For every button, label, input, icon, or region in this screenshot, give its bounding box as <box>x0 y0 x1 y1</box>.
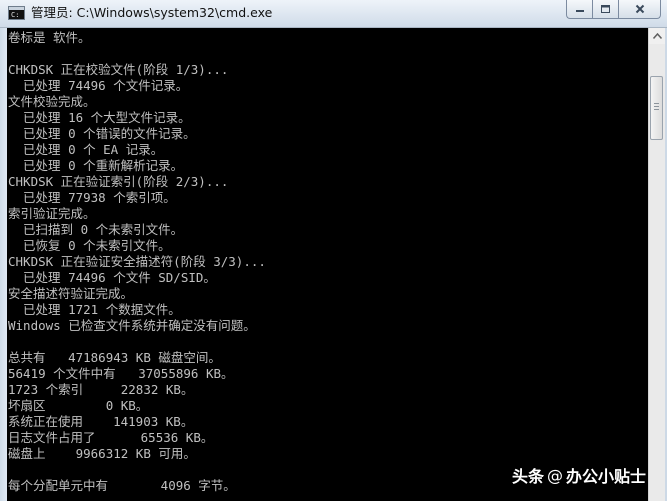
close-icon <box>635 4 644 14</box>
minimize-icon <box>575 10 584 12</box>
console-line: 磁盘上 9966312 KB 可用。 <box>8 446 196 461</box>
console-lines: 卷标是 软件。 CHKDSK 正在校验文件(阶段 1/3)... 已处理 7449… <box>8 30 266 494</box>
console-line: 已恢复 0 个未索引文件。 <box>8 238 171 253</box>
scroll-thumb-grip <box>654 103 659 112</box>
console-line: 总共有 47186943 KB 磁盘空间。 <box>8 350 221 365</box>
scroll-thumb[interactable] <box>650 76 663 140</box>
console-line: 已处理 74496 个文件记录。 <box>8 78 189 93</box>
icon-title-strip <box>9 7 24 10</box>
icon-prompt-glyph: C: <box>11 11 20 19</box>
scroll-up-button[interactable] <box>649 28 665 44</box>
console-line: 卷标是 软件。 <box>8 30 91 45</box>
console-line: 已处理 77938 个索引项。 <box>8 190 176 205</box>
caption-buttons <box>566 0 661 20</box>
console-line: 安全描述符验证完成。 <box>8 286 134 301</box>
maximize-icon <box>601 5 610 13</box>
maximize-button[interactable] <box>592 0 618 19</box>
cmd-console-icon[interactable]: C: <box>8 6 25 20</box>
console-line: 已处理 1721 个数据文件。 <box>8 302 181 317</box>
minimize-button[interactable] <box>566 0 592 19</box>
console-line: 已扫描到 0 个未索引文件。 <box>8 222 184 237</box>
watermark-brand: 头条 <box>512 467 545 486</box>
watermark-account: 办公小贴士 <box>566 467 647 486</box>
console-line: 每个分配单元中有 4096 字节。 <box>8 478 236 493</box>
chevron-up-icon <box>652 33 662 39</box>
close-button[interactable] <box>618 0 661 19</box>
title-bar[interactable]: C: 管理员: C:\Windows\system32\cmd.exe <box>0 0 667 28</box>
watermark-separator: @ <box>547 465 564 485</box>
console-line: Windows 已检查文件系统并确定没有问题。 <box>8 318 256 333</box>
console-line: CHKDSK 正在验证索引(阶段 2/3)... <box>8 174 229 189</box>
vertical-scrollbar[interactable] <box>648 28 665 501</box>
console-line: 索引验证完成。 <box>8 206 96 221</box>
console-line: 1723 个索引 22832 KB。 <box>8 382 194 397</box>
watermark: 头条 @ 办公小贴士 <box>512 463 646 487</box>
console-line: 已处理 16 个大型文件记录。 <box>8 110 191 125</box>
console-line: 已处理 74496 个文件 SD/SID。 <box>8 270 216 285</box>
console-line: CHKDSK 正在校验文件(阶段 1/3)... <box>8 62 229 77</box>
console-line: 已处理 0 个 EA 记录。 <box>8 142 164 157</box>
window-title: 管理员: C:\Windows\system32\cmd.exe <box>31 5 273 20</box>
console-line: 文件校验完成。 <box>8 94 96 109</box>
console-line: 日志文件占用了 65536 KB。 <box>8 430 214 445</box>
console-line: 系统正在使用 141903 KB。 <box>8 414 194 429</box>
console-line: 坏扇区 0 KB。 <box>8 398 149 413</box>
console-line: 56419 个文件中有 37055896 KB。 <box>8 366 234 381</box>
console-output[interactable]: 卷标是 软件。 CHKDSK 正在校验文件(阶段 1/3)... 已处理 7449… <box>7 28 648 501</box>
console-line: CHKDSK 正在验证安全描述符(阶段 3/3)... <box>8 254 266 269</box>
cmd-window: C: 管理员: C:\Windows\system32\cmd.exe 卷标是 … <box>0 0 667 501</box>
console-line: 已处理 0 个重新解析记录。 <box>8 158 184 173</box>
console-line: 已处理 0 个错误的文件记录。 <box>8 126 196 141</box>
window-left-frame <box>0 28 7 501</box>
